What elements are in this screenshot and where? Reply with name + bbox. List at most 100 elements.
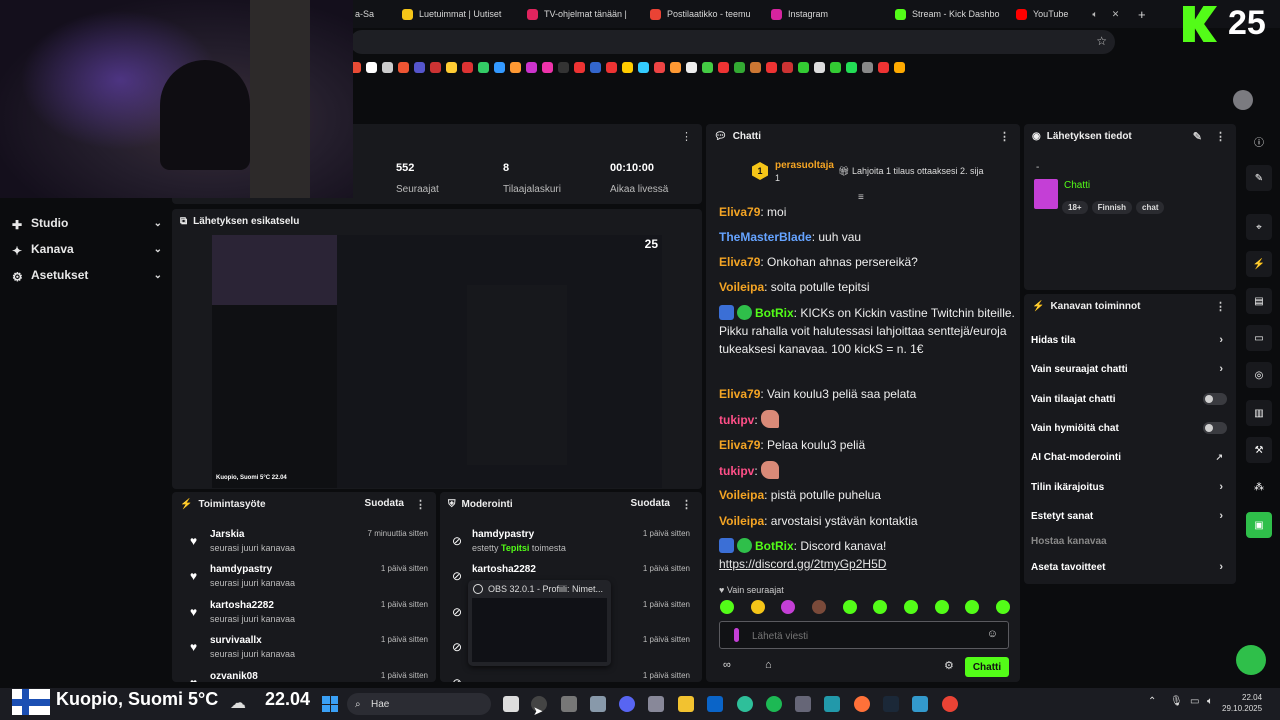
display-icon[interactable]: ▭: [1190, 696, 1199, 707]
emoji-picker-icon[interactable]: ☺: [987, 628, 998, 640]
pin-toggle-icon[interactable]: ≡: [858, 192, 864, 203]
more-icon[interactable]: ⋮: [1215, 300, 1226, 313]
bookmark-icon[interactable]: [750, 61, 761, 73]
bookmark-icon[interactable]: [606, 61, 617, 73]
store-icon[interactable]: ⌂: [765, 659, 772, 671]
emote-icon[interactable]: [750, 600, 765, 614]
emote-icon[interactable]: [873, 600, 888, 614]
emote-icon[interactable]: [965, 600, 980, 614]
tag[interactable]: 18+: [1062, 201, 1088, 214]
bookmark-icon[interactable]: [590, 61, 601, 73]
browser-tab[interactable]: Stream - Kick Dashbo: [895, 4, 1005, 24]
spotify-icon[interactable]: [766, 696, 782, 712]
bookmark-icon[interactable]: [494, 61, 505, 73]
bookmark-icon[interactable]: [526, 61, 537, 73]
bookmark-icon[interactable]: [478, 61, 489, 73]
tag[interactable]: chat: [1136, 201, 1165, 214]
reactions-icon[interactable]: ∞: [723, 659, 731, 671]
bookmark-icon[interactable]: [558, 61, 569, 73]
settings-icon[interactable]: [648, 696, 664, 712]
taskbar-app-icon[interactable]: [912, 696, 928, 712]
top-gifter-name[interactable]: perasuoltaja: [775, 160, 834, 171]
firefox-icon[interactable]: [854, 696, 870, 712]
taskbar-app-icon[interactable]: [503, 696, 519, 712]
activity-user[interactable]: Jarskia: [210, 529, 244, 540]
bookmark-star-icon[interactable]: ☆: [1096, 34, 1107, 48]
more-icon[interactable]: ⋮: [1215, 130, 1226, 143]
tool-banned-words[interactable]: Estetyt sanat ›: [1031, 503, 1227, 529]
bookmark-icon[interactable]: [414, 61, 425, 73]
new-tab-button[interactable]: +: [1138, 4, 1154, 24]
wrench-icon[interactable]: ⚒: [1246, 437, 1272, 463]
document-icon[interactable]: ▤: [1246, 288, 1272, 314]
discord-icon[interactable]: [619, 696, 635, 712]
bookmark-icon[interactable]: [766, 61, 777, 73]
bookmark-icon[interactable]: [782, 61, 793, 73]
browser-tab[interactable]: TV-ohjelmat tänään |: [527, 4, 657, 24]
chat-username[interactable]: tukipv: [719, 464, 754, 478]
bookmark-icon[interactable]: [574, 61, 585, 73]
close-icon[interactable]: ✕: [1112, 9, 1120, 20]
address-bar[interactable]: ☆: [350, 30, 1115, 54]
emote-icon[interactable]: [842, 600, 857, 614]
browser-tab[interactable]: Postilaatikko - teemu: [650, 4, 760, 24]
bookmark-icon[interactable]: [830, 61, 841, 73]
bookmark-icon[interactable]: [846, 61, 857, 73]
tool-followers-only[interactable]: Vain seuraajat chatti ›: [1031, 356, 1227, 382]
layers-icon[interactable]: ▥: [1246, 400, 1272, 426]
filter-button[interactable]: Suodata: [365, 498, 404, 509]
filter-button[interactable]: Suodata: [631, 498, 670, 509]
bookmark-icon[interactable]: [878, 61, 889, 73]
emote-icon[interactable]: [995, 600, 1010, 614]
chat-username[interactable]: Eliva79: [719, 205, 760, 219]
bookmark-icon[interactable]: [654, 61, 665, 73]
activity-user[interactable]: hamdypastry: [210, 564, 272, 575]
moderation-user[interactable]: hamdypastry: [472, 529, 534, 540]
subscribers-only-toggle[interactable]: [1203, 393, 1227, 405]
bookmark-icon[interactable]: [798, 61, 809, 73]
emote-icon[interactable]: [903, 600, 918, 614]
bookmark-icon[interactable]: [734, 61, 745, 73]
steam-icon[interactable]: [883, 696, 899, 712]
support-chat-button[interactable]: [1236, 645, 1266, 675]
edit-pencil-icon[interactable]: ✎: [1246, 165, 1272, 191]
broadcast-icon[interactable]: ◎: [1246, 362, 1272, 388]
nav-item-kanava[interactable]: ✦ Kanava ⌄: [12, 240, 162, 258]
bookmark-icon[interactable]: [862, 61, 873, 73]
bookmark-icon[interactable]: [622, 61, 633, 73]
bookmark-icon[interactable]: [702, 61, 713, 73]
chat-input[interactable]: [752, 628, 972, 644]
calculator-icon[interactable]: [590, 696, 606, 712]
taskbar-app-icon[interactable]: [795, 696, 811, 712]
tool-set-goals[interactable]: Aseta tavoitteet ›: [1031, 554, 1227, 580]
bookmark-icon[interactable]: [638, 61, 649, 73]
nav-item-asetukset[interactable]: ⚙ Asetukset ⌄: [12, 266, 162, 284]
bookmark-icon[interactable]: [814, 61, 825, 73]
chat-link[interactable]: https://discord.gg/2tmyGp2H5D: [719, 557, 886, 571]
avatar[interactable]: [1233, 90, 1253, 110]
tag[interactable]: Finnish: [1091, 201, 1133, 214]
tool-age-restriction[interactable]: Tilin ikärajoitus ›: [1031, 474, 1227, 500]
bookmark-icon[interactable]: [718, 61, 729, 73]
category-thumbnail[interactable]: [1034, 179, 1058, 209]
browser-tab[interactable]: YouTube 🔈︎ ✕: [1016, 4, 1126, 24]
emote-icon[interactable]: [781, 600, 796, 614]
browser-tab[interactable]: Instagram✕: [771, 4, 881, 24]
tool-slow-mode[interactable]: Hidas tila ›: [1031, 327, 1227, 353]
emote-icon[interactable]: [811, 600, 826, 614]
chat-username[interactable]: Eliva79: [719, 255, 760, 269]
edge-icon[interactable]: [737, 696, 753, 712]
emote-icon[interactable]: [934, 600, 949, 614]
outlook-icon[interactable]: [707, 696, 723, 712]
moderator-name[interactable]: Tepitsi: [501, 543, 529, 553]
category-name[interactable]: Chatti: [1064, 180, 1090, 191]
bookmark-icon[interactable]: [430, 61, 441, 73]
more-icon[interactable]: ⋮: [681, 498, 692, 511]
info-icon[interactable]: ⓘ: [1246, 128, 1272, 154]
chrome-icon[interactable]: [942, 696, 958, 712]
chat-username[interactable]: BotRix: [755, 306, 794, 320]
taskbar-app-icon[interactable]: [561, 696, 577, 712]
chat-username[interactable]: Eliva79: [719, 438, 760, 452]
lightning-icon[interactable]: ⚡: [1246, 251, 1272, 277]
activity-user[interactable]: kartosha2282: [210, 600, 274, 611]
